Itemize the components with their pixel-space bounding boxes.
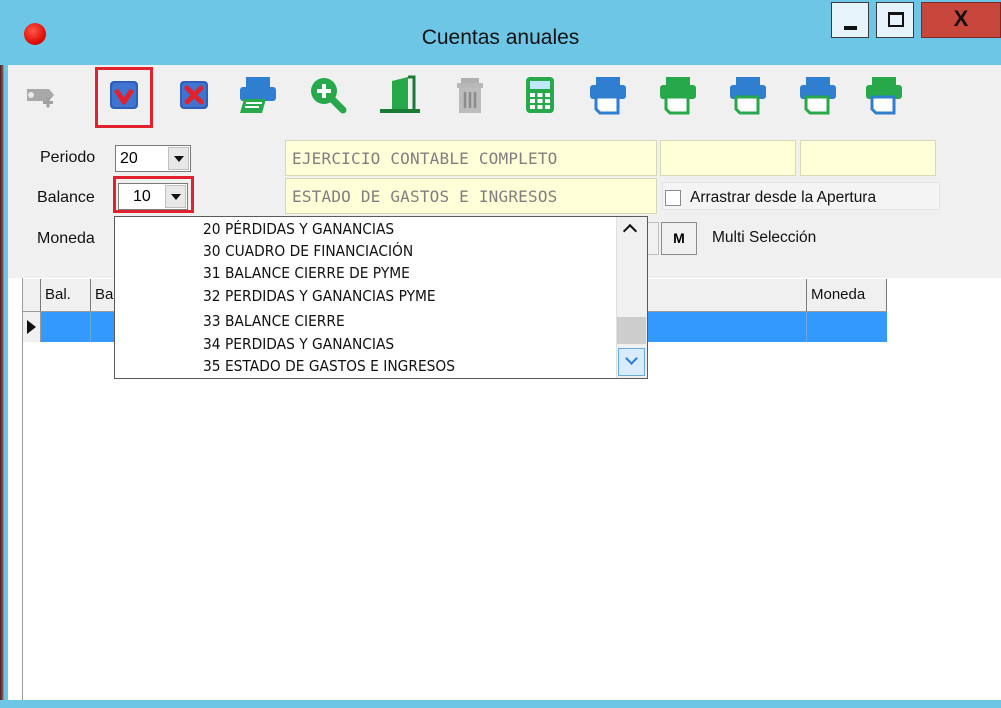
calculator-icon[interactable] xyxy=(516,71,564,119)
column-header-bal[interactable]: Bal. xyxy=(41,279,91,311)
list-item[interactable]: 34 PERDIDAS Y GANANCIAS xyxy=(203,335,394,353)
delete-icon[interactable] xyxy=(446,71,494,119)
periodo-combo[interactable]: 20 xyxy=(115,145,191,172)
list-item[interactable]: 33 BALANCE CIERRE xyxy=(203,312,345,330)
periodo-value: 20 xyxy=(120,150,138,167)
list-item[interactable]: 35 ESTADO DE GASTOS E INGRESOS xyxy=(203,357,455,375)
print-icon-5[interactable] xyxy=(860,71,908,119)
ejercicio-text: EJERCICIO CONTABLE COMPLETO xyxy=(292,149,558,168)
window-edge xyxy=(0,0,8,708)
search-icon[interactable] xyxy=(304,71,352,119)
print-preview-icon[interactable] xyxy=(234,71,282,119)
balance-label: Balance xyxy=(37,189,95,206)
chevron-down-icon[interactable] xyxy=(168,147,189,170)
multi-seleccion-label: Multi Selección xyxy=(712,229,817,246)
list-item[interactable]: 31 BALANCE CIERRE DE PYME xyxy=(203,264,410,282)
print-icon-2[interactable] xyxy=(654,71,702,119)
accept-button-highlight xyxy=(95,67,153,128)
print-icon-3[interactable] xyxy=(724,71,772,119)
row-indicator xyxy=(23,312,41,342)
maximize-button[interactable] xyxy=(876,2,914,38)
balance-dropdown-list[interactable]: 20 PÉRDIDAS Y GANANCIAS 30 CUADRO DE FIN… xyxy=(114,216,648,379)
column-header-moneda[interactable]: Moneda xyxy=(807,279,887,311)
scroll-thumb[interactable] xyxy=(617,317,646,344)
moneda-label: Moneda xyxy=(37,230,95,247)
estado-text: ESTADO DE GASTOS E INGRESOS xyxy=(292,187,558,206)
list-item[interactable]: 20 PÉRDIDAS Y GANANCIAS xyxy=(203,220,394,238)
multi-select-button[interactable]: M xyxy=(661,222,697,255)
scroll-down-icon[interactable] xyxy=(618,348,645,376)
cancel-icon[interactable] xyxy=(170,71,218,119)
arrastrar-checkbox[interactable] xyxy=(665,190,681,206)
extra-field-1 xyxy=(660,140,796,176)
print-icon-1[interactable] xyxy=(584,71,632,119)
arrastrar-label: Arrastrar desde la Apertura xyxy=(690,189,877,206)
minimize-button[interactable] xyxy=(831,2,869,38)
extra-field-2 xyxy=(800,140,936,176)
estado-field: ESTADO DE GASTOS E INGRESOS xyxy=(285,178,657,214)
print-icon-4[interactable] xyxy=(794,71,842,119)
exit-door-icon[interactable] xyxy=(376,71,424,119)
scroll-up-icon[interactable] xyxy=(616,217,647,247)
list-item[interactable]: 30 CUADRO DE FINANCIACIÓN xyxy=(203,242,413,260)
grid-header-indicator xyxy=(23,279,41,311)
periodo-label: Periodo xyxy=(40,149,96,166)
close-button[interactable]: X xyxy=(921,2,1001,38)
add-icon[interactable] xyxy=(17,71,65,119)
list-item[interactable]: 32 PERDIDAS Y GANANCIAS PYME xyxy=(203,287,436,305)
title-bar: Cuentas anuales X xyxy=(0,0,1001,65)
ejercicio-field: EJERCICIO CONTABLE COMPLETO xyxy=(285,140,657,176)
balance-combo-highlight xyxy=(113,176,194,213)
window-bottom-edge xyxy=(0,700,1001,708)
